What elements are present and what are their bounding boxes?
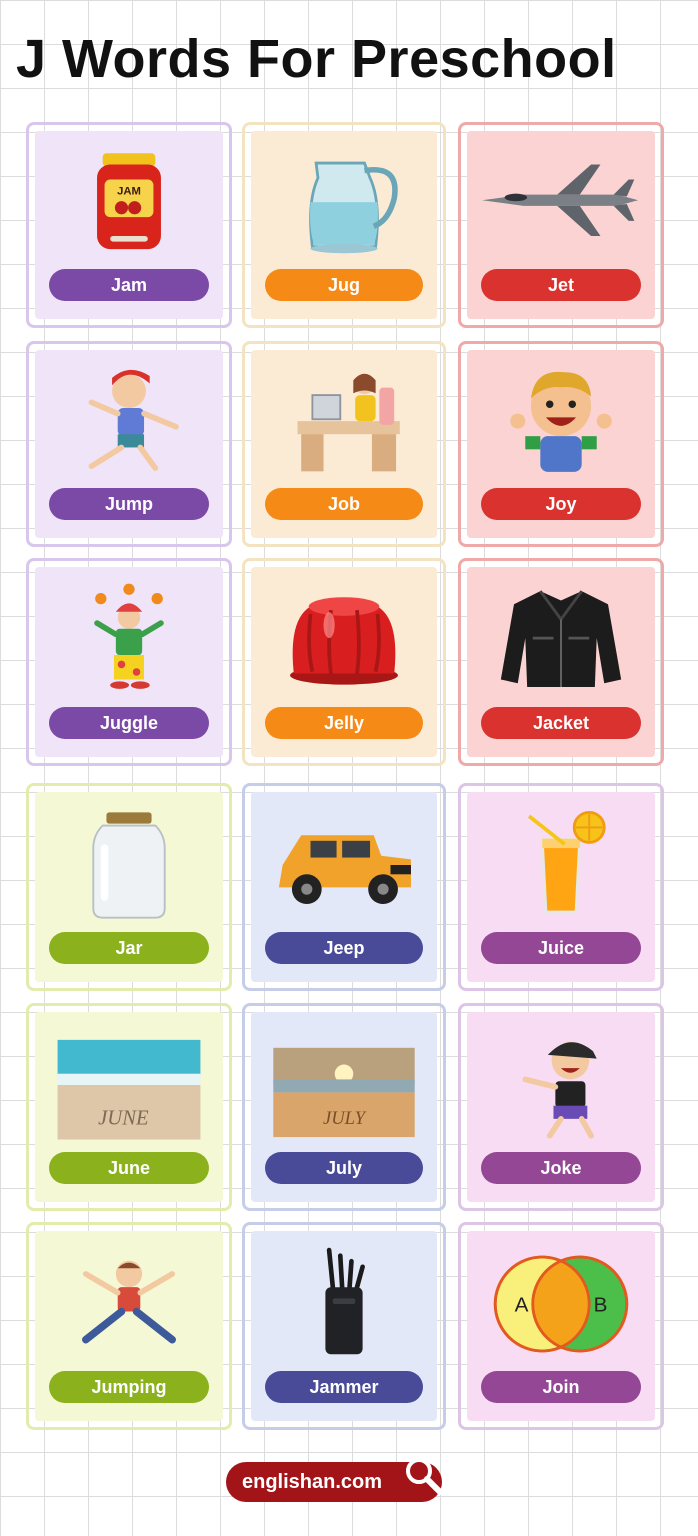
search-magnifier-icon [402, 1454, 446, 1498]
word-label: Jet [481, 269, 641, 301]
word-card-jelly: Jelly [242, 558, 446, 766]
svg-text:B: B [594, 1294, 608, 1317]
card-background: Joy [467, 350, 655, 538]
word-label: June [49, 1152, 209, 1184]
card-background: Jumping [35, 1231, 223, 1421]
word-label: Job [265, 488, 423, 520]
word-card-jam: JAM Jam [26, 122, 232, 328]
jeep-icon [251, 806, 437, 924]
site-badge[interactable]: englishan.com [226, 1458, 443, 1502]
word-label: Juice [481, 932, 641, 964]
card-background: Jeep [251, 792, 437, 982]
venn-diagram-icon: A B [467, 1245, 655, 1363]
word-card-join: A B Join [458, 1222, 664, 1430]
card-background: Joke [467, 1012, 655, 1202]
word-label: Jeep [265, 932, 423, 964]
card-background: A B Join [467, 1231, 655, 1421]
word-card-jumping: Jumping [26, 1222, 232, 1430]
word-card-jammer: Jammer [242, 1222, 446, 1430]
happy-boy-icon [467, 364, 655, 482]
word-card-jar: Jar [26, 783, 232, 991]
card-background: Jet [467, 131, 655, 319]
jumping-child-icon [35, 1245, 223, 1363]
office-desk-icon [251, 364, 437, 482]
word-label: Jug [265, 269, 423, 301]
card-background: Juice [467, 792, 655, 982]
word-card-jump: Jump [26, 341, 232, 547]
word-label: Jelly [265, 707, 423, 739]
glass-jar-icon [35, 806, 223, 924]
word-card-jacket: Jacket [458, 558, 664, 766]
svg-text:A: A [515, 1294, 529, 1317]
card-background: Jump [35, 350, 223, 538]
card-background: Jammer [251, 1231, 437, 1421]
word-card-jug: Jug [242, 122, 446, 328]
juggling-clown-icon [35, 581, 223, 699]
fighter-jet-icon [467, 145, 655, 263]
beach-june-icon: JUNE [35, 1026, 223, 1144]
card-background: Juggle [35, 567, 223, 757]
jumping-boy-icon [35, 364, 223, 482]
card-background: Jacket [467, 567, 655, 757]
card-background: JAM Jam [35, 131, 223, 319]
card-background: JUNE June [35, 1012, 223, 1202]
word-label: Juggle [49, 707, 209, 739]
word-card-joy: Joy [458, 341, 664, 547]
word-card-juice: Juice [458, 783, 664, 991]
svg-text:JUNE: JUNE [98, 1107, 149, 1129]
sunset-beach-july-icon: JULY [251, 1026, 437, 1144]
page-title: J Words For Preschool [16, 29, 617, 89]
word-label: Joke [481, 1152, 641, 1184]
word-card-job: Job [242, 341, 446, 547]
word-card-jeep: Jeep [242, 783, 446, 991]
svg-text:JULY: JULY [323, 1108, 367, 1129]
site-name: englishan.com [242, 1471, 383, 1493]
card-background: Job [251, 350, 437, 538]
word-label: Jam [49, 269, 209, 301]
word-label: Jacket [481, 707, 641, 739]
word-card-july: JULY July [242, 1003, 446, 1211]
word-label: Jumping [49, 1371, 209, 1403]
card-background: Jug [251, 131, 437, 319]
svg-text:JAM: JAM [117, 186, 141, 198]
leather-jacket-icon [467, 581, 655, 699]
card-background: JULY July [251, 1012, 437, 1202]
word-card-jet: Jet [458, 122, 664, 328]
card-background: Jelly [251, 567, 437, 757]
signal-jammer-icon [251, 1245, 437, 1363]
word-card-june: JUNE June [26, 1003, 232, 1211]
laughing-kid-icon [467, 1026, 655, 1144]
word-card-juggle: Juggle [26, 558, 232, 766]
word-card-joke: Joke [458, 1003, 664, 1211]
word-label: July [265, 1152, 423, 1184]
water-jug-icon [251, 145, 437, 263]
word-label: Join [481, 1371, 641, 1403]
word-label: Jar [49, 932, 209, 964]
red-jelly-icon [251, 581, 437, 699]
orange-juice-icon [467, 806, 655, 924]
word-label: Joy [481, 488, 641, 520]
card-background: Jar [35, 792, 223, 982]
word-label: Jammer [265, 1371, 423, 1403]
word-label: Jump [49, 488, 209, 520]
jam-jar-icon: JAM [35, 145, 223, 263]
